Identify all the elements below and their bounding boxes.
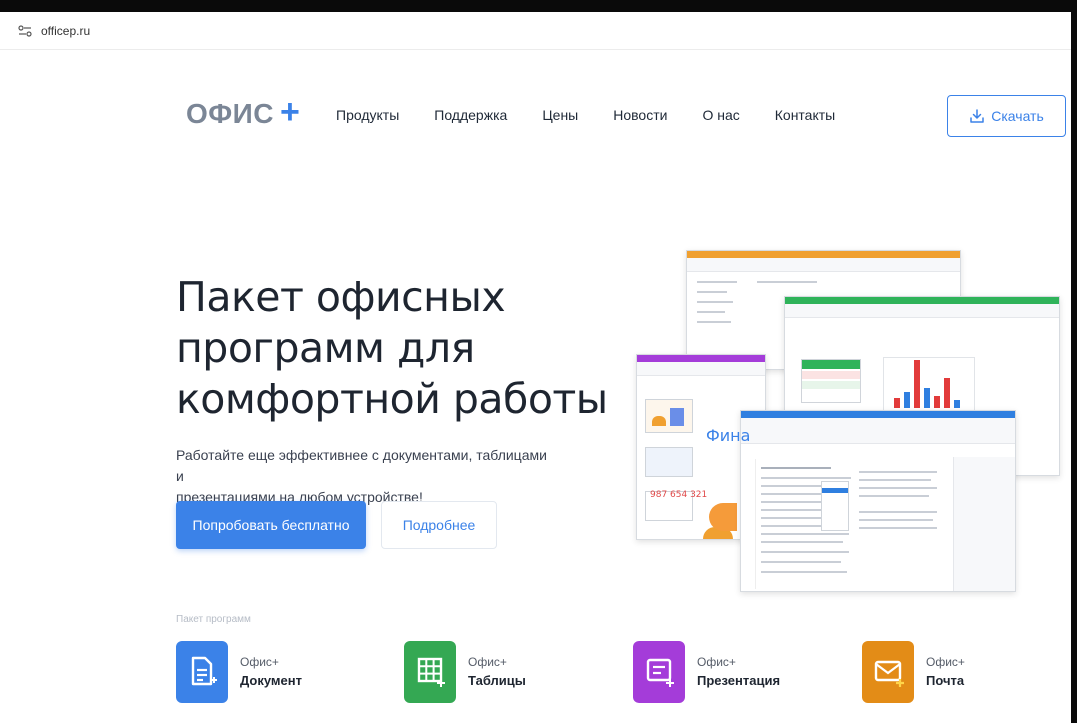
presentation-slide-number: 987 654 321 (650, 490, 708, 500)
products-section-label: Пакет программ (176, 614, 251, 625)
product-brand: Офис+ (240, 655, 279, 669)
address-url[interactable]: officep.ru (41, 24, 90, 38)
mail-icon (862, 641, 914, 703)
product-name: Таблицы (468, 673, 526, 688)
product-brand: Офис+ (926, 655, 965, 669)
hero-title-line-1: Пакет офисных (176, 273, 506, 321)
nav-news[interactable]: Новости (613, 107, 667, 123)
product-name: Почта (926, 673, 965, 688)
hero-subtitle: Работайте еще эффективнее с документами,… (176, 445, 556, 508)
nav-prices[interactable]: Цены (542, 107, 578, 123)
nav-products[interactable]: Продукты (336, 107, 399, 123)
logo-plus-icon: + (280, 93, 300, 131)
product-brand: Офис+ (468, 655, 507, 669)
product-spreadsheet[interactable]: Офис+ Таблицы (404, 641, 526, 703)
nav-about[interactable]: О нас (702, 107, 739, 123)
nav-support[interactable]: Поддержка (434, 107, 507, 123)
presentation-slide-heading: Фина (706, 426, 751, 445)
hero-title-line-3: комфортной работы (176, 375, 608, 423)
main-nav: Продукты Поддержка Цены Новости О нас Ко… (336, 107, 870, 123)
product-document[interactable]: Офис+ Документ (176, 641, 302, 703)
document-icon (176, 641, 228, 703)
hero-subtitle-line-1: Работайте еще эффективнее с документами,… (176, 447, 547, 484)
browser-address-bar[interactable]: officep.ru (0, 12, 1071, 50)
download-icon (970, 109, 984, 123)
document-editor-preview-window (740, 410, 1016, 592)
spreadsheet-icon (404, 641, 456, 703)
screen-frame-top (0, 0, 1077, 12)
hero-title: Пакет офисных программ для комфортной ра… (176, 272, 626, 425)
download-label: Скачать (991, 108, 1044, 124)
product-name: Документ (240, 673, 302, 688)
product-presentation[interactable]: Офис+ Презентация (633, 641, 780, 703)
product-brand: Офис+ (697, 655, 736, 669)
more-info-button[interactable]: Подробнее (381, 501, 497, 549)
site-settings-icon[interactable] (18, 24, 32, 37)
try-free-button[interactable]: Попробовать бесплатно (176, 501, 366, 549)
product-mail[interactable]: Офис+ Почта (862, 641, 965, 703)
logo-text: ОФИС (186, 98, 275, 129)
presentation-icon (633, 641, 685, 703)
nav-contacts[interactable]: Контакты (775, 107, 835, 123)
hero-title-line-2: программ для (176, 324, 475, 372)
screen-frame-right (1071, 0, 1077, 723)
product-screenshots-collage: Фина 987 654 321 (636, 250, 1066, 595)
product-name: Презентация (697, 673, 781, 688)
site-logo[interactable]: ОФИС + (186, 93, 300, 131)
download-button[interactable]: Скачать (947, 95, 1066, 137)
